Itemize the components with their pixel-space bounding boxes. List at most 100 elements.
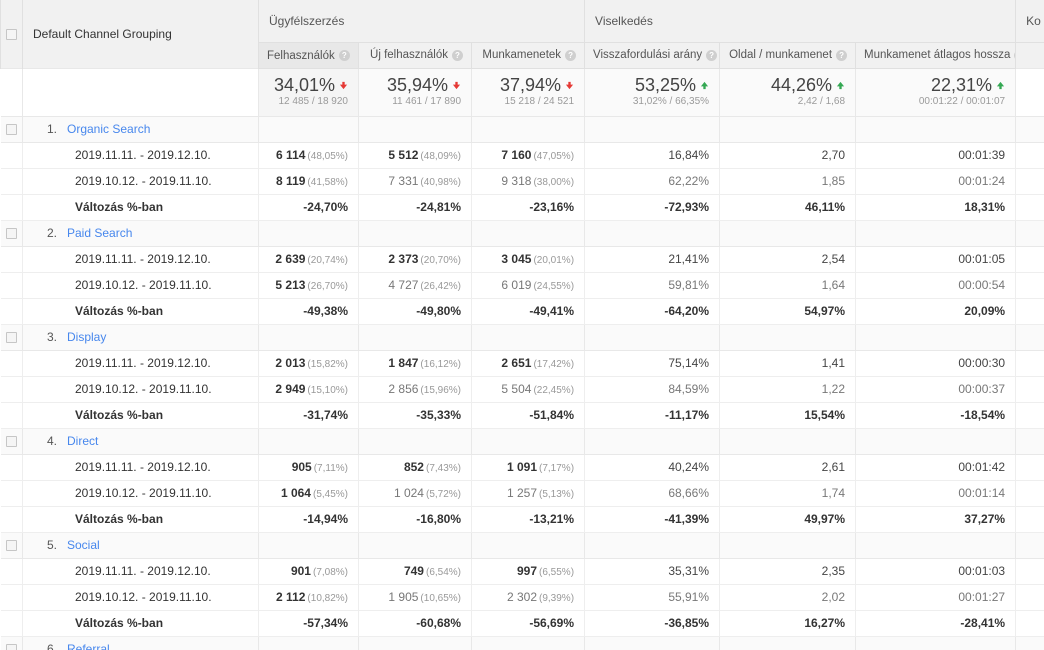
- summary-percent: 22,31%: [864, 75, 1005, 95]
- group-link[interactable]: Social: [67, 538, 100, 552]
- metric-cell-1: -60,68%: [358, 609, 472, 637]
- group-name-cell[interactable]: 2. Paid Search: [22, 219, 259, 247]
- group-metric-2: [470, 531, 586, 559]
- group-name-cell[interactable]: 1. Organic Search: [22, 115, 259, 143]
- group-index: 2.: [47, 226, 58, 240]
- row-spacer-cell: [0, 609, 23, 637]
- help-icon[interactable]: ?: [338, 50, 350, 61]
- metric-cell-2: 7 160 (47,05%): [470, 141, 586, 169]
- row-checkbox[interactable]: [5, 644, 17, 650]
- group-metric-5: [855, 219, 1017, 247]
- metric-cell-5: 00:01:05: [855, 245, 1017, 273]
- group-metric-3: [584, 323, 721, 351]
- group-link[interactable]: Paid Search: [67, 226, 132, 240]
- help-icon[interactable]: ?: [706, 49, 718, 61]
- group-name-cell[interactable]: 3. Display: [22, 323, 259, 351]
- period-row: 2019.10.12. - 2019.11.10. 2 949 (15,10%) 2 …: [0, 375, 1044, 403]
- metric-header-bounce-rate[interactable]: Visszafordulási arány ?: [584, 41, 721, 69]
- change-row: Változás %-ban -57,34% -60,68% -56,69% -36,8…: [0, 609, 1044, 637]
- metric-cell-5: 00:01:42: [855, 453, 1017, 481]
- metric-cell-1: -16,80%: [358, 505, 472, 533]
- select-all-checkbox[interactable]: [6, 29, 17, 41]
- metric-cell-2: 1 091 (7,17%): [470, 453, 586, 481]
- metric-cell-3: 35,31%: [584, 557, 721, 585]
- metric-cell-2: -49,41%: [470, 297, 586, 325]
- metric-header-pages-per-session[interactable]: Oldal / munkamenet ?: [719, 41, 857, 69]
- group-metric-1: [358, 115, 472, 143]
- metric-header-avg-session-duration[interactable]: Munkamenet átlagos hossza ?: [855, 41, 1017, 69]
- row-spacer-cell: [0, 245, 23, 273]
- metric-header-sessions[interactable]: Munkamenetek ?: [470, 41, 586, 69]
- group-name-cell[interactable]: 6. Referral: [22, 635, 259, 650]
- help-icon[interactable]: ?: [836, 49, 848, 61]
- row-select-cell[interactable]: [0, 323, 23, 351]
- metric-cell-0: 905 (7,11%): [258, 453, 359, 481]
- group-link[interactable]: Referral: [67, 642, 110, 650]
- metric-cell-0: 8 119 (41,58%): [258, 167, 359, 195]
- row-select-cell[interactable]: [0, 531, 23, 559]
- summary-metric-1: 35,94% 11 461 / 17 890: [358, 67, 472, 117]
- group-row: 2. Paid Search: [0, 219, 1044, 247]
- group-metric-3: [584, 531, 721, 559]
- summary-dimension-cell: [22, 67, 259, 117]
- group-conversions-cell: [1015, 427, 1044, 455]
- trend-up-icon: [996, 81, 1005, 89]
- row-select-cell[interactable]: [0, 115, 23, 143]
- metric-cell-4: 46,11%: [719, 193, 857, 221]
- group-metric-1: [358, 531, 472, 559]
- metric-cell-4: 1,22: [719, 375, 857, 403]
- metric-cell-3: 59,81%: [584, 271, 721, 299]
- row-checkbox[interactable]: [5, 124, 17, 136]
- group-name-cell[interactable]: 5. Social: [22, 531, 259, 559]
- metric-cell-0: 6 114 (48,05%): [258, 141, 359, 169]
- metric-cell-2: -51,84%: [470, 401, 586, 429]
- row-select-cell[interactable]: [0, 635, 23, 650]
- help-icon[interactable]: ?: [452, 49, 463, 61]
- group-metric-4: [719, 427, 857, 455]
- period-label-cell: Változás %-ban: [22, 297, 259, 325]
- group-link[interactable]: Display: [67, 330, 106, 344]
- row-spacer-cell: [0, 505, 23, 533]
- metric-label-pages-per-session: Oldal / munkamenet: [729, 49, 833, 61]
- period-label-cell: 2019.10.12. - 2019.11.10.: [22, 375, 259, 403]
- row-checkbox[interactable]: [5, 228, 17, 240]
- dimension-header[interactable]: Default Channel Grouping: [22, 0, 259, 68]
- select-all-header[interactable]: [0, 0, 23, 68]
- metric-cell-0: -24,70%: [258, 193, 359, 221]
- conversions-cell: [1015, 401, 1044, 429]
- row-spacer-cell: [0, 401, 23, 429]
- metric-cell-1: 5 512 (48,09%): [358, 141, 472, 169]
- period-row: 2019.11.11. - 2019.12.10. 2 639 (20,74%) 2 …: [0, 245, 1044, 273]
- conversions-cell: [1015, 479, 1044, 507]
- period-row: 2019.10.12. - 2019.11.10. 8 119 (41,58%) 7 …: [0, 167, 1044, 195]
- metric-header-conversions-spacer: [1015, 42, 1044, 68]
- metric-cell-2: 6 019 (24,55%): [470, 271, 586, 299]
- conversions-cell: [1015, 141, 1044, 169]
- metric-cell-2: 5 504 (22,45%): [470, 375, 586, 403]
- conversions-cell: [1015, 583, 1044, 611]
- group-link[interactable]: Direct: [67, 434, 98, 448]
- row-checkbox[interactable]: [5, 436, 17, 448]
- row-checkbox[interactable]: [5, 540, 17, 552]
- conversions-cell: [1015, 375, 1044, 403]
- help-icon[interactable]: ?: [565, 49, 577, 61]
- row-select-cell[interactable]: [0, 219, 23, 247]
- group-conversions-cell: [1015, 219, 1044, 247]
- metric-header-users[interactable]: Felhasználók ? ↓: [258, 41, 359, 69]
- group-link[interactable]: Organic Search: [67, 122, 150, 136]
- metric-cell-5: 00:01:24: [855, 167, 1017, 195]
- group-metric-1: [358, 219, 472, 247]
- change-row: Változás %-ban -31,74% -35,33% -51,84% -11,1…: [0, 401, 1044, 429]
- row-select-cell[interactable]: [0, 427, 23, 455]
- period-label-cell: 2019.11.11. - 2019.12.10.: [22, 557, 259, 585]
- row-checkbox[interactable]: [5, 332, 17, 344]
- period-row: 2019.11.11. - 2019.12.10. 2 013 (15,82%) 1 …: [0, 349, 1044, 377]
- metric-cell-0: 1 064 (5,45%): [258, 479, 359, 507]
- period-label-cell: 2019.11.11. - 2019.12.10.: [22, 453, 259, 481]
- metric-label-new-users: Új felhasználók: [370, 49, 448, 61]
- metric-header-new-users[interactable]: Új felhasználók ?: [358, 41, 472, 69]
- group-metric-1: [358, 427, 472, 455]
- metric-cell-2: 997 (6,55%): [470, 557, 586, 585]
- conversions-cell: [1015, 271, 1044, 299]
- group-name-cell[interactable]: 4. Direct: [22, 427, 259, 455]
